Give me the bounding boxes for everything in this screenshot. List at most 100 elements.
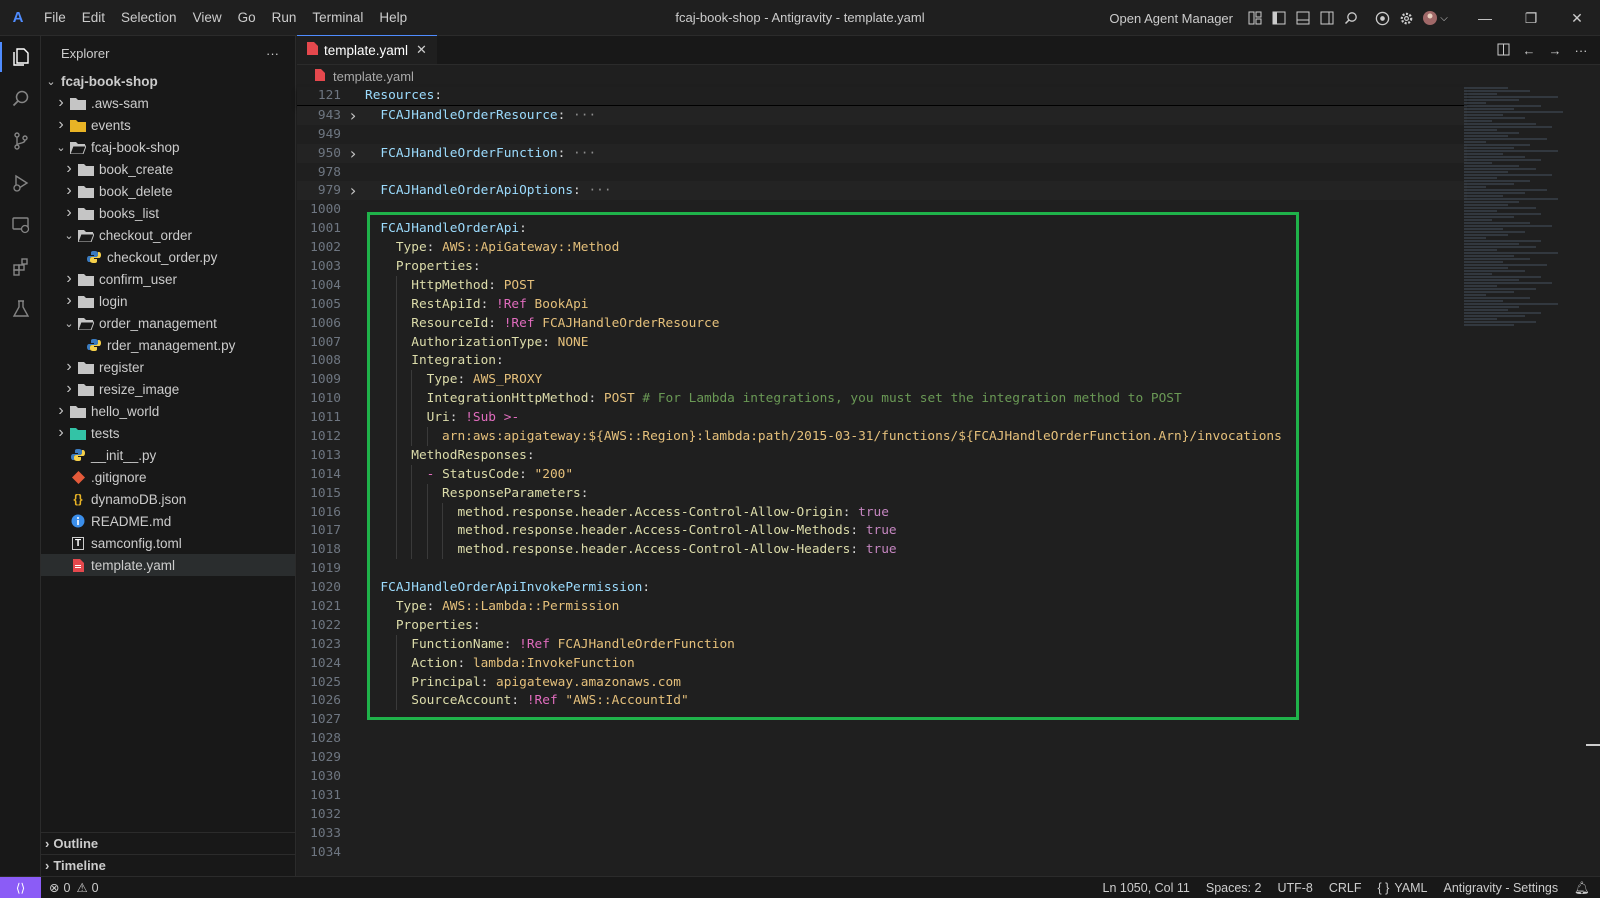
tree-item[interactable]: template.yaml — [41, 554, 295, 576]
search-icon[interactable] — [0, 78, 41, 120]
split-editor-icon[interactable] — [1490, 43, 1516, 59]
code-line[interactable]: 1027 — [297, 710, 1467, 729]
tree-item[interactable]: › .aws-sam — [41, 92, 295, 114]
menu-item-edit[interactable]: Edit — [74, 0, 113, 36]
layout-customize-icon[interactable] — [1244, 7, 1266, 29]
workspace-root[interactable]: ⌄ fcaj-book-shop — [41, 70, 295, 92]
code-line[interactable]: 1019 — [297, 559, 1467, 578]
code-line[interactable]: 1012 arn:aws:apigateway:${AWS::Region}:l… — [297, 427, 1467, 446]
tree-item[interactable]: › book_create — [41, 158, 295, 180]
remote-indicator-icon[interactable]: ⟨⟩ — [0, 876, 41, 898]
minimap[interactable] — [1464, 87, 1574, 537]
settings-gear-icon[interactable] — [1395, 7, 1417, 29]
cursor-position[interactable]: Ln 1050, Col 11 — [1103, 881, 1190, 895]
code-line[interactable]: 1008 Integration: — [297, 351, 1467, 371]
extensions-icon[interactable] — [0, 246, 41, 288]
search-icon[interactable] — [1340, 7, 1362, 29]
code-line[interactable]: 1006 ResourceId: !Ref FCAJHandleOrderRes… — [297, 313, 1467, 333]
account-avatar-icon[interactable]: ⌵ — [1419, 7, 1451, 29]
code-line[interactable]: 1004 HttpMethod: POST — [297, 275, 1467, 295]
code-line[interactable]: 1011 Uri: !Sub >- — [297, 408, 1467, 428]
code-line[interactable]: 1003 Properties: — [297, 257, 1467, 276]
menu-item-help[interactable]: Help — [371, 0, 415, 36]
tree-item[interactable]: Tsamconfig.toml — [41, 532, 295, 554]
code-line[interactable]: 1014 - StatusCode: "200" — [297, 464, 1467, 484]
code-line[interactable]: 1025 Principal: apigateway.amazonaws.com — [297, 672, 1467, 692]
code-line[interactable]: 1029 — [297, 748, 1467, 767]
code-line[interactable]: 1017 method.response.header.Access-Contr… — [297, 521, 1467, 541]
toggle-secondary-sidebar-icon[interactable] — [1316, 7, 1338, 29]
tree-item[interactable]: rder_management.py — [41, 334, 295, 356]
tree-item[interactable]: README.md — [41, 510, 295, 532]
folded-code-line[interactable]: 979 › FCAJHandleOrderApiOptions: ··· — [297, 181, 1467, 200]
code-line[interactable]: 1022 Properties: — [297, 616, 1467, 635]
outline-section[interactable]: › Outline — [41, 832, 296, 854]
problems-indicator[interactable]: ⊗ 0 ⚠ 0 — [41, 880, 99, 896]
fold-chevron-icon[interactable]: › — [341, 106, 365, 125]
breadcrumb-file[interactable]: template.yaml — [333, 69, 414, 84]
tree-item[interactable]: › hello_world — [41, 400, 295, 422]
menu-item-go[interactable]: Go — [230, 0, 264, 36]
navigate-forward-icon[interactable]: → — [1542, 43, 1568, 58]
code-line[interactable]: 1015 ResponseParameters: — [297, 483, 1467, 503]
code-line[interactable]: 1023 FunctionName: !Ref FCAJHandleOrderF… — [297, 634, 1467, 654]
explorer-icon[interactable] — [0, 36, 41, 78]
source-control-icon[interactable] — [0, 120, 41, 162]
code-line[interactable]: 1034 — [297, 843, 1467, 862]
close-tab-icon[interactable]: ✕ — [416, 42, 427, 58]
code-line[interactable]: 1016 method.response.header.Access-Contr… — [297, 502, 1467, 522]
code-line[interactable]: 1028 — [297, 729, 1467, 748]
toggle-panel-icon[interactable] — [1292, 7, 1314, 29]
code-line[interactable]: 1024 Action: lambda:InvokeFunction — [297, 653, 1467, 673]
tab-template-yaml[interactable]: template.yaml ✕ — [297, 35, 437, 64]
tree-item[interactable]: › confirm_user — [41, 268, 295, 290]
language-mode[interactable]: { } YAML — [1378, 881, 1428, 895]
navigate-back-icon[interactable]: ← — [1516, 43, 1542, 58]
minimize-window-icon[interactable]: — — [1462, 0, 1508, 36]
settings-status[interactable]: Antigravity - Settings — [1443, 881, 1558, 895]
tree-item[interactable]: › resize_image — [41, 378, 295, 400]
encoding[interactable]: UTF-8 — [1277, 881, 1312, 895]
tree-item[interactable]: checkout_order.py — [41, 246, 295, 268]
menu-item-view[interactable]: View — [185, 0, 230, 36]
tree-item[interactable]: __init__.py — [41, 444, 295, 466]
timeline-section[interactable]: › Timeline — [41, 854, 296, 876]
more-actions-icon[interactable]: ··· — [266, 46, 279, 61]
tree-item[interactable]: ⌄ order_management — [41, 312, 295, 334]
code-line[interactable]: 1033 — [297, 824, 1467, 843]
tree-item[interactable]: ⌄ fcaj-book-shop — [41, 136, 295, 158]
code-line[interactable]: 1013 MethodResponses: — [297, 445, 1467, 465]
code-line[interactable]: 1000 — [297, 200, 1467, 219]
tree-item[interactable]: › login — [41, 290, 295, 312]
menu-item-file[interactable]: File — [36, 0, 74, 36]
tree-item[interactable]: › books_list — [41, 202, 295, 224]
end-of-line[interactable]: CRLF — [1329, 881, 1362, 895]
tree-item[interactable]: › tests — [41, 422, 295, 444]
code-line[interactable]: 1021 Type: AWS::Lambda::Permission — [297, 597, 1467, 616]
close-window-icon[interactable]: ✕ — [1554, 0, 1600, 36]
remote-explorer-icon[interactable] — [0, 204, 41, 246]
tree-item[interactable]: › register — [41, 356, 295, 378]
code-line[interactable]: 949 — [297, 125, 1467, 144]
restore-window-icon[interactable]: ❐ — [1508, 0, 1554, 36]
fold-chevron-icon[interactable]: › — [341, 181, 365, 200]
code-line[interactable]: 1032 — [297, 805, 1467, 824]
code-line[interactable]: 1026 SourceAccount: !Ref "AWS::AccountId… — [297, 691, 1467, 711]
code-line[interactable]: 1007 AuthorizationType: NONE — [297, 332, 1467, 352]
tree-item[interactable]: {} dynamoDB.json — [41, 488, 295, 510]
code-view[interactable]: 121 Resources: 943 › FCAJHandleOrderResourc… — [297, 87, 1467, 877]
code-line[interactable]: 1005 RestApiId: !Ref BookApi — [297, 294, 1467, 314]
code-line[interactable]: 1009 Type: AWS_PROXY — [297, 370, 1467, 390]
menu-item-terminal[interactable]: Terminal — [304, 0, 371, 36]
code-line[interactable]: 1002 Type: AWS::ApiGateway::Method — [297, 238, 1467, 257]
app-logo-icon[interactable]: A — [0, 0, 36, 36]
folded-code-line[interactable]: 950 › FCAJHandleOrderFunction: ··· — [297, 144, 1467, 163]
testing-icon[interactable] — [0, 288, 41, 330]
fold-chevron-icon[interactable]: › — [341, 144, 365, 163]
chrome-icon[interactable] — [1371, 7, 1393, 29]
menu-item-selection[interactable]: Selection — [113, 0, 185, 36]
code-line[interactable]: 1030 — [297, 767, 1467, 786]
code-line[interactable]: 1020 FCAJHandleOrderApiInvokePermission: — [297, 578, 1467, 597]
tree-item[interactable]: .gitignore — [41, 466, 295, 488]
sticky-scroll-line[interactable]: 121 Resources: — [297, 87, 1467, 106]
